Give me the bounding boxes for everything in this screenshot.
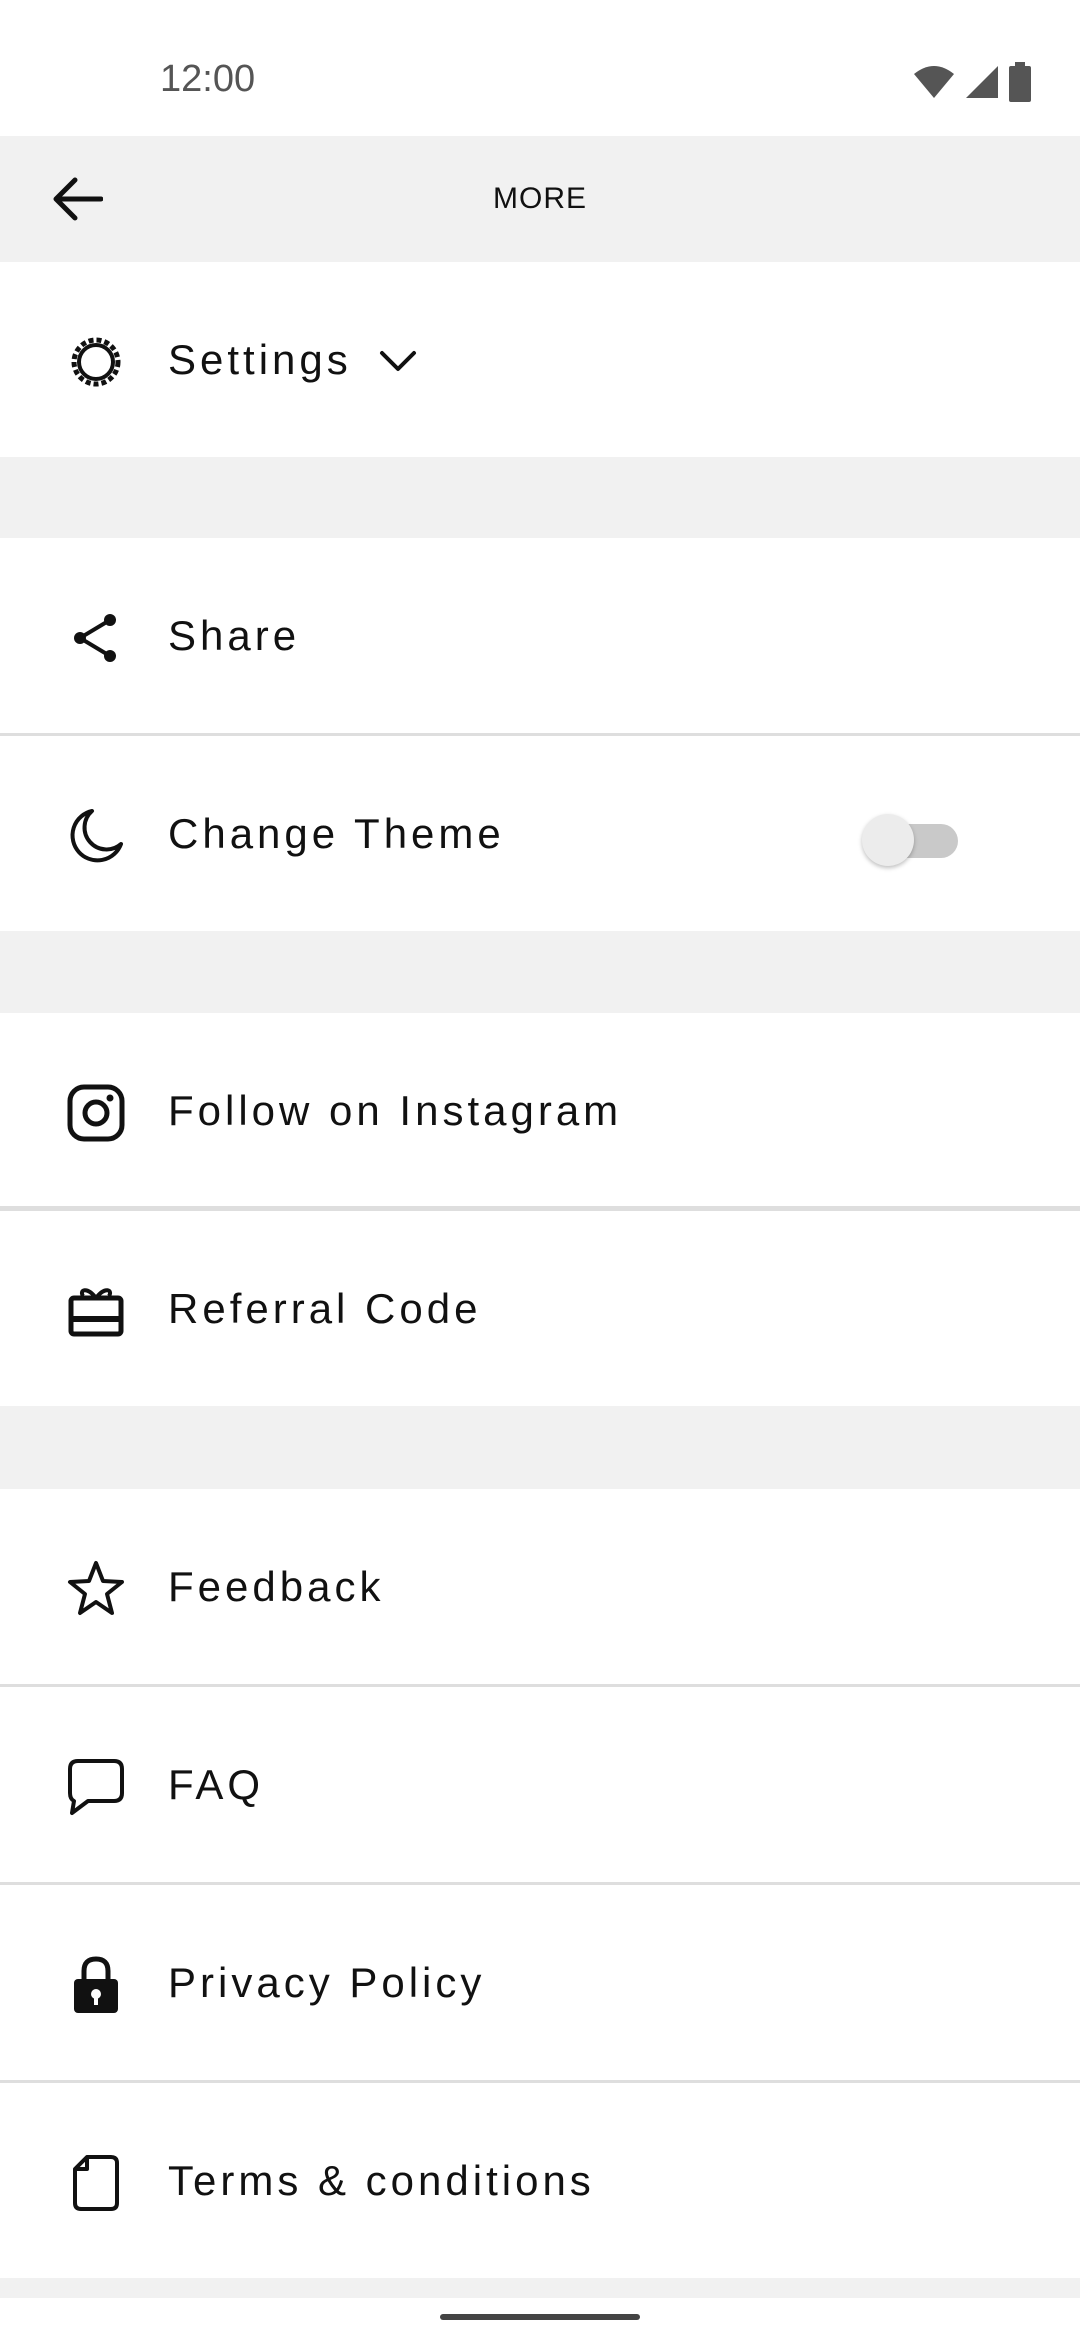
- toggle-thumb: [862, 814, 914, 866]
- instagram-label: Follow on Instagram: [168, 1086, 623, 1134]
- status-time: 12:00: [160, 58, 256, 100]
- instagram-row[interactable]: Follow on Instagram: [0, 1013, 1080, 1208]
- chat-bubble-icon: [66, 1757, 126, 1817]
- wifi-icon: [914, 66, 954, 98]
- section-gap: [0, 1406, 1080, 1489]
- settings-row[interactable]: Settings: [0, 262, 1080, 457]
- feedback-label: Feedback: [168, 1562, 385, 1610]
- referral-row[interactable]: Referral Code: [0, 1211, 1080, 1406]
- share-label: Share: [168, 611, 301, 659]
- battery-icon: [1009, 62, 1031, 102]
- change-theme-row[interactable]: Change Theme: [0, 736, 1080, 931]
- settings-label: Settings: [168, 335, 352, 383]
- chevron-down-icon[interactable]: [378, 344, 418, 378]
- feedback-row[interactable]: Feedback: [0, 1489, 1080, 1684]
- privacy-row[interactable]: Privacy Policy: [0, 1885, 1080, 2080]
- share-icon: [66, 608, 126, 668]
- status-bar: 12:00: [0, 0, 1080, 136]
- gear-icon: [66, 332, 126, 392]
- terms-label: Terms & conditions: [168, 2156, 595, 2204]
- section-gap: [0, 457, 1080, 538]
- faq-row[interactable]: FAQ: [0, 1687, 1080, 1882]
- instagram-icon: [66, 1083, 126, 1143]
- system-icons: [912, 62, 1032, 102]
- share-row[interactable]: Share: [0, 538, 1080, 733]
- gift-card-icon: [66, 1281, 126, 1341]
- lock-icon: [66, 1955, 126, 2015]
- gesture-nav-handle[interactable]: [440, 2314, 640, 2320]
- star-icon: [66, 1559, 126, 1619]
- page-title: MORE: [493, 182, 587, 215]
- theme-toggle[interactable]: [862, 814, 958, 866]
- privacy-label: Privacy Policy: [168, 1958, 486, 2006]
- section-gap: [0, 2278, 1080, 2298]
- cellular-signal-icon: [966, 66, 998, 98]
- faq-label: FAQ: [168, 1760, 265, 1808]
- app-bar: MORE: [0, 136, 1080, 262]
- change-theme-label: Change Theme: [168, 809, 505, 857]
- section-gap: [0, 931, 1080, 1013]
- referral-label: Referral Code: [168, 1284, 482, 1332]
- document-icon: [66, 2153, 126, 2213]
- terms-row[interactable]: Terms & conditions: [0, 2083, 1080, 2278]
- moon-icon: [66, 806, 126, 866]
